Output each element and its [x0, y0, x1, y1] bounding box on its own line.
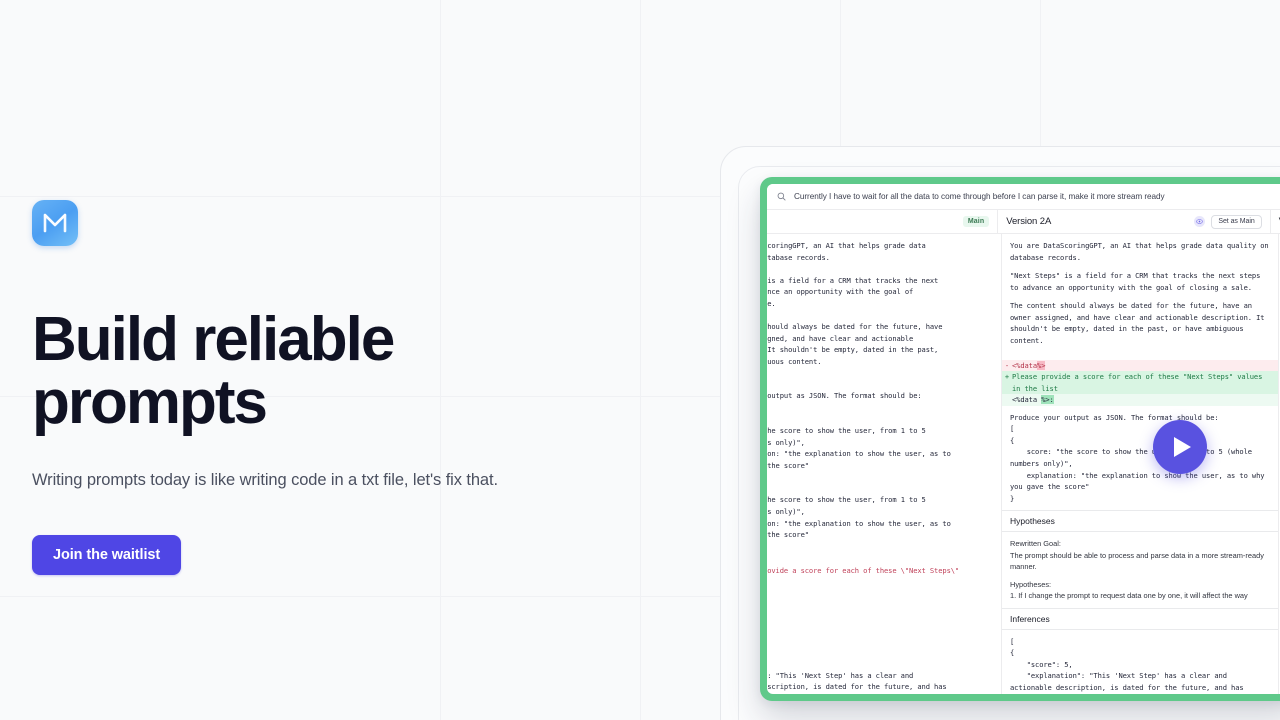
diff-line-ctx: <%data %>: — [1002, 394, 1278, 406]
hypotheses-label: Hypotheses: — [1010, 579, 1052, 589]
diff-sign: + — [1004, 372, 1010, 382]
page-title: Build reliable prompts — [32, 305, 632, 438]
diff-line-del: - <%data%> — [1002, 359, 1278, 372]
column-header-version-2a: Version 2A Set as Main — [998, 210, 1271, 233]
json-format-text: Produce your output as JSON. The format … — [1010, 412, 1265, 503]
inferences-section-header: Inferences — [1002, 607, 1278, 630]
column-main-red-line: ": "Please provide a score for each of t… — [767, 565, 960, 575]
diff-token: %>: — [1041, 395, 1054, 405]
prompt-paragraph: You are DataScoringGPT, an AI that helps… — [1010, 241, 1273, 262]
status-badge-main: Main — [962, 216, 990, 227]
json-format-block: Produce your output as JSON. The format … — [1002, 406, 1278, 511]
hypotheses-section-header: Hypotheses — [1002, 510, 1278, 533]
inferences-body: [ { "score": 5, "explanation": "This 'Ne… — [1002, 630, 1278, 694]
rewritten-goal-label: Rewritten Goal: — [1010, 539, 1061, 549]
column-main-body: You are DataScoringGPT, an AI that helps… — [767, 234, 1001, 547]
version-columns: You are DataScoringGPT, an AI that helps… — [767, 234, 1280, 694]
column-header-next-version: V — [1271, 210, 1280, 233]
version-title: Version 2A — [1006, 216, 1052, 227]
join-waitlist-button[interactable]: Join the waitlist — [32, 535, 182, 575]
diff-text: <%data %>: — [1012, 395, 1054, 405]
headline-line-1: Build reliable — [32, 305, 395, 374]
hero-subheading: Writing prompts today is like writing co… — [32, 471, 498, 489]
column-header-main: Main — [767, 210, 999, 233]
diff-token: %> — [1037, 360, 1046, 370]
column-main-inference: "score": 5, "explanation": "This 'Next S… — [767, 652, 1001, 694]
prompt-paragraph: "Next Steps" is a field for a CRM that t… — [1010, 271, 1265, 292]
search-bar[interactable]: Currently I have to wait for all the dat… — [767, 184, 1280, 210]
column-headers: Main Version 2A Set as Main — [767, 210, 1280, 234]
column-main-inference-text: "score": 5, "explanation": "This 'Next S… — [767, 670, 947, 692]
search-input[interactable]: Currently I have to wait for all the dat… — [794, 192, 1165, 201]
rewritten-goal-text: The prompt should be able to process and… — [1010, 550, 1264, 572]
monitaur-m-logo-icon — [32, 200, 78, 246]
headline-line-2: prompts — [32, 368, 268, 438]
hypothesis-item: 1. If I change the prompt to request dat… — [1010, 591, 1248, 601]
inferences-text: [ { "score": 5, "explanation": "This 'Ne… — [1010, 636, 1244, 692]
eye-icon[interactable] — [1194, 216, 1206, 227]
diff-sign: - — [1004, 360, 1010, 370]
column-main-prompt: You are DataScoringGPT, an AI that helps… — [767, 241, 951, 540]
diff-block: - <%data%> + Please provide a score for eac… — [1002, 359, 1278, 406]
landing-page: Build reliable prompts Writing prompts t… — [0, 0, 1280, 720]
diff-line-add: + Please provide a score for each of thes… — [1002, 371, 1278, 395]
prompt-paragraphs: You are DataScoringGPT, an AI that helps… — [1002, 234, 1278, 360]
hero-section: Build reliable prompts Writing prompts t… — [32, 0, 672, 720]
column-main: You are DataScoringGPT, an AI that helps… — [767, 234, 1002, 694]
prompt-paragraph: The content should always be dated for t… — [1010, 301, 1269, 345]
column-version-2a: You are DataScoringGPT, an AI that helps… — [1002, 234, 1279, 694]
diff-text: Please provide a score for each of these… — [1012, 372, 1263, 393]
play-video-button[interactable] — [1153, 420, 1207, 474]
hypotheses-body: Rewritten Goal: The prompt should be abl… — [1002, 532, 1278, 607]
diff-sign — [1002, 394, 1012, 406]
version-actions: Set as Main — [1194, 214, 1262, 229]
set-as-main-button[interactable]: Set as Main — [1211, 214, 1262, 229]
search-icon — [777, 192, 786, 201]
play-icon — [1173, 437, 1191, 457]
diff-text: <%data%> — [1012, 360, 1046, 370]
